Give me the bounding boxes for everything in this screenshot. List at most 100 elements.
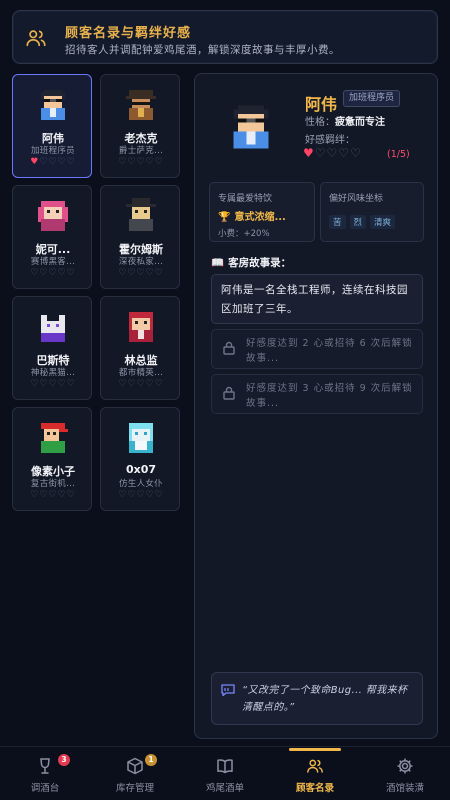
- customer-detail-panel: 阿伟 加班程序员 性格：疲惫而专注 好感羁绊： ♥♡♡♡♡ (1/5) 专属最爱…: [194, 73, 438, 739]
- customer-name: 0x07: [125, 463, 157, 476]
- heart-icon: ♡: [154, 490, 164, 500]
- avatar-awei: [41, 90, 65, 120]
- customer-card-awei[interactable]: 阿伟 加班程序员 ♥♡♡♡♡: [12, 74, 92, 178]
- heart-icon: ♡: [136, 268, 146, 278]
- nav-badge: 3: [58, 754, 70, 766]
- customer-card-buster[interactable]: 巴斯特 神秘黑猫... ♡♡♡♡♡: [12, 296, 92, 400]
- heart-icon: ♡: [118, 157, 128, 167]
- detail-role-tag: 加班程序员: [343, 90, 401, 107]
- heart-icon: ♡: [154, 157, 164, 167]
- flavor-tag: 苦: [329, 215, 346, 229]
- customer-role: 深夜私家...: [118, 257, 164, 267]
- trophy-icon: 🏆: [218, 212, 231, 223]
- favorite-drink-name: 意式浓缩...: [234, 212, 286, 223]
- heart-icon: ♡: [48, 379, 58, 389]
- nav-label: 库存管理: [115, 783, 154, 794]
- heart-icon: ♡: [57, 379, 67, 389]
- detail-name: 阿伟: [305, 95, 338, 114]
- detail-heart-rating: ♥♡♡♡♡: [303, 146, 362, 160]
- avatar-holmes: [126, 198, 156, 231]
- heart-icon: ♡: [338, 146, 351, 160]
- nav-cocktail-menu[interactable]: 鸡尾酒单: [180, 747, 270, 800]
- lock-icon: [223, 341, 235, 355]
- heart-rating: ♥♡♡♡♡: [13, 157, 93, 167]
- heart-icon: ♡: [154, 268, 164, 278]
- nav-label: 顾客名录: [295, 783, 334, 794]
- wine-glass-icon: [40, 758, 50, 774]
- people-icon: [307, 759, 323, 773]
- heart-icon: ♡: [145, 490, 155, 500]
- app-root: 顾客名录与羁绊好感 招待客人并调配钟爱鸡尾酒，解锁深度故事与丰厚小费。 阿伟 加…: [0, 0, 450, 800]
- personality-value: 疲惫而专注: [335, 117, 385, 128]
- bottom-nav: 3 调酒台 1 库存管理 鸡尾酒单 顾客名录 酒馆装潢: [0, 746, 450, 800]
- customer-quote: “又改完了一个致命Bug... 帮我来杯清醒点的。”: [211, 672, 423, 725]
- heart-icon: ♡: [30, 490, 40, 500]
- customer-card-jack[interactable]: 老杰克 爵士萨克... ♡♡♡♡♡: [100, 74, 180, 178]
- tip-bonus: 小费：+20%: [218, 229, 270, 239]
- customer-card-0x07[interactable]: 0x07 仿生人女仆 ♡♡♡♡♡: [100, 407, 180, 511]
- customer-card-pixel-kid[interactable]: 像素小子 复古街机... ♡♡♡♡♡: [12, 407, 92, 511]
- active-tab-indicator: [289, 748, 341, 751]
- customer-role: 神秘黑猫...: [30, 368, 76, 378]
- box-icon: [127, 757, 143, 775]
- heart-icon: ♡: [136, 490, 146, 500]
- heart-rating: ♡♡♡♡♡: [101, 379, 181, 389]
- heart-icon: ♡: [48, 268, 58, 278]
- quote-text: “又改完了一个致命Bug... 帮我来杯清醒点的。”: [242, 685, 408, 713]
- heart-icon: ♡: [57, 157, 67, 167]
- locked-story-text: 好感度达到 2 心或招待 6 次后解锁故事...: [246, 338, 413, 364]
- locked-story-entry: 好感度达到 2 心或招待 6 次后解锁故事...: [211, 329, 423, 369]
- locked-story-text: 好感度达到 3 心或招待 9 次后解锁故事...: [246, 383, 413, 409]
- heart-icon: ♡: [136, 379, 146, 389]
- heart-icon: ♡: [136, 157, 146, 167]
- heart-icon: ♡: [145, 268, 155, 278]
- heart-icon: ♥: [303, 146, 315, 160]
- portrait-awei: [233, 105, 269, 149]
- detail-personality: 性格：疲惫而专注: [305, 113, 385, 128]
- heart-rating: ♡♡♡♡♡: [101, 268, 181, 278]
- nav-bar-counter[interactable]: 3 调酒台: [0, 747, 90, 800]
- heart-rating: ♡♡♡♡♡: [101, 157, 181, 167]
- nav-label: 鸡尾酒单: [205, 783, 244, 794]
- customer-card-nicole[interactable]: 妮可... 赛博黑客... ♡♡♡♡♡: [12, 185, 92, 289]
- heart-icon: ♡: [118, 379, 128, 389]
- heart-icon: ♡: [145, 379, 155, 389]
- customer-role: 仿生人女仆: [118, 479, 163, 489]
- heart-icon: ♡: [145, 157, 155, 167]
- heart-icon: ♥: [30, 157, 40, 167]
- avatar-pixel-kid: [41, 423, 68, 453]
- lock-icon: [223, 386, 235, 400]
- heart-icon: ♡: [66, 490, 76, 500]
- heart-icon: ♡: [118, 490, 128, 500]
- heart-icon: ♡: [57, 268, 67, 278]
- flavor-profile-label: 偏好风味坐标: [329, 194, 384, 204]
- heart-icon: ♡: [314, 146, 327, 160]
- heart-rating: ♡♡♡♡♡: [101, 490, 181, 500]
- customer-card-lin[interactable]: 林总监 都市精英... ♡♡♡♡♡: [100, 296, 180, 400]
- gear-icon: [397, 758, 413, 774]
- nav-label: 调酒台: [30, 783, 60, 794]
- page-title: 顾客名录与羁绊好感: [65, 26, 192, 41]
- nav-badge: 1: [145, 754, 157, 766]
- heart-rating: ♡♡♡♡♡: [13, 490, 93, 500]
- heart-icon: ♡: [57, 490, 67, 500]
- nav-decor[interactable]: 酒馆装潢: [360, 747, 450, 800]
- heart-icon: ♡: [66, 268, 76, 278]
- nav-label: 酒馆装潢: [385, 783, 424, 794]
- flavor-profile-box: 偏好风味坐标 苦烈清爽: [320, 182, 424, 242]
- bond-label: 好感羁绊：: [305, 135, 355, 146]
- favorite-drink-box: 专属最爱特饮 🏆 意式浓缩... 小费：+20%: [209, 182, 315, 242]
- customer-role: 爵士萨克...: [118, 146, 164, 156]
- avatar-0x07: [129, 423, 153, 453]
- page-header: 顾客名录与羁绊好感 招待客人并调配钟爱鸡尾酒，解锁深度故事与丰厚小费。: [12, 10, 438, 64]
- heart-icon: ♡: [30, 379, 40, 389]
- customer-card-holmes[interactable]: 霍尔姆斯 深夜私家... ♡♡♡♡♡: [100, 185, 180, 289]
- nav-inventory[interactable]: 1 库存管理: [90, 747, 180, 800]
- heart-icon: ♡: [30, 268, 40, 278]
- avatar-jack: [126, 90, 156, 120]
- nav-customers[interactable]: 顾客名录: [270, 747, 360, 800]
- flavor-tags: 苦烈清爽: [329, 210, 399, 229]
- flavor-tag: 清爽: [370, 215, 396, 229]
- favorite-drink-label: 专属最爱特饮: [218, 194, 273, 204]
- heart-icon: ♡: [118, 268, 128, 278]
